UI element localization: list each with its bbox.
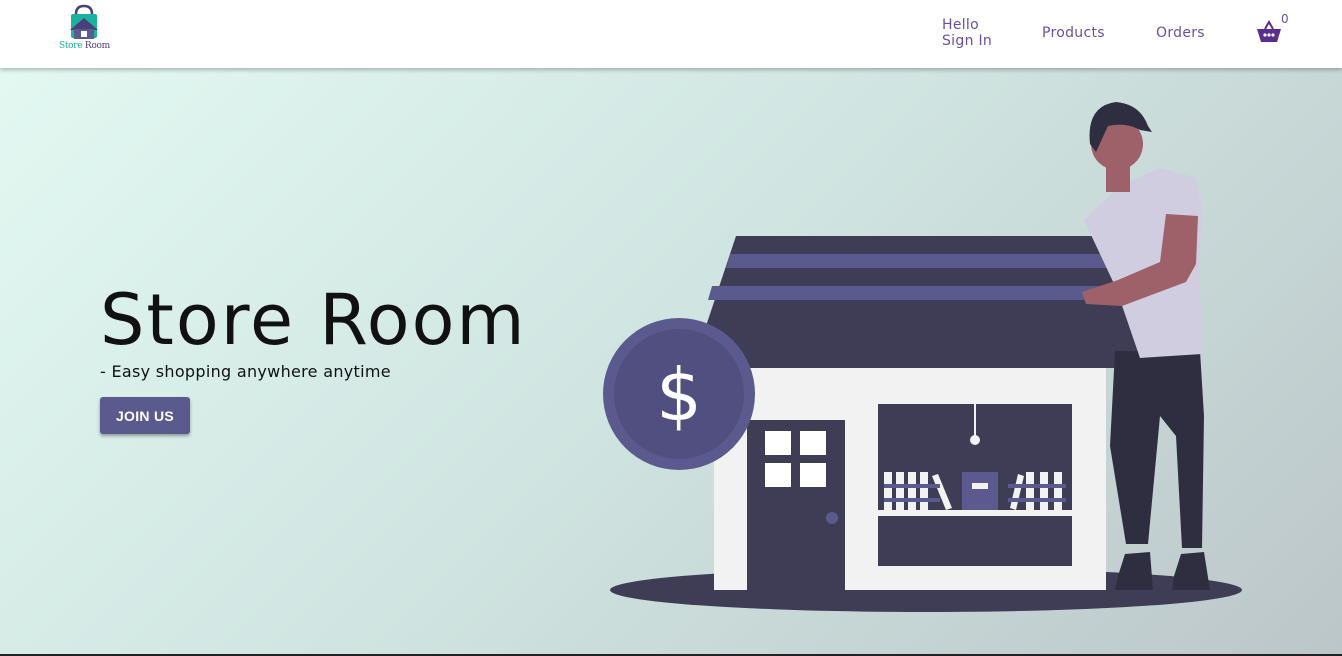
account-signin-link[interactable]: Hello Sign In [942,17,992,49]
logo-text: Store Room [59,41,110,51]
nav-orders-link[interactable]: Orders [1156,25,1205,41]
store-illustration: $ [603,102,1242,612]
basket-count: 0 [1281,12,1289,26]
basket-icon[interactable] [1256,20,1282,44]
hero-title: Store Room [100,279,527,361]
hero-section: Store Room - Easy shopping anywhere anyt… [0,68,1342,656]
hero-subtitle: - Easy shopping anywhere anytime [100,362,391,381]
coin-symbol: $ [656,353,702,437]
shopping-bag-house-icon [70,4,98,39]
navbar: Store Room Hello Sign In Products Orders… [0,0,1342,68]
store-room-logo[interactable]: Store Room [56,4,112,56]
greeting-text: Hello [942,17,979,33]
signin-text: Sign In [942,33,993,49]
nav-products-link[interactable]: Products [1042,25,1105,41]
dollar-coin-icon: $ [603,318,755,470]
store-icon [692,236,1145,590]
join-us-button[interactable]: JOIN US [100,397,190,434]
